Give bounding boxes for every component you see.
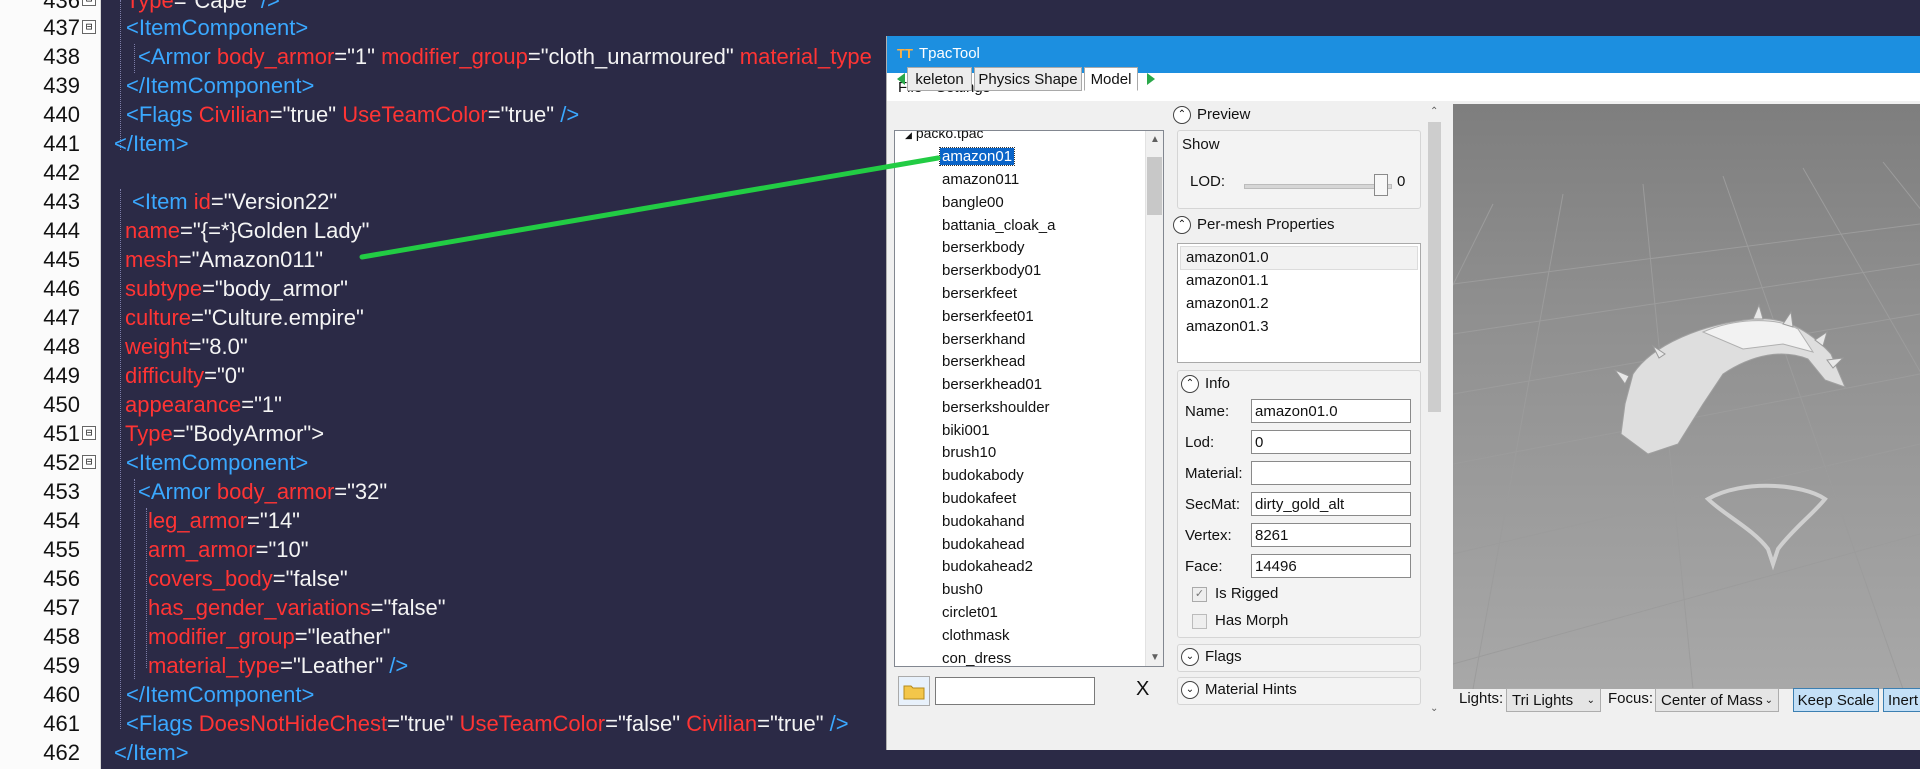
annotation-arrow bbox=[359, 155, 941, 260]
annotation-overlay bbox=[359, 155, 941, 260]
